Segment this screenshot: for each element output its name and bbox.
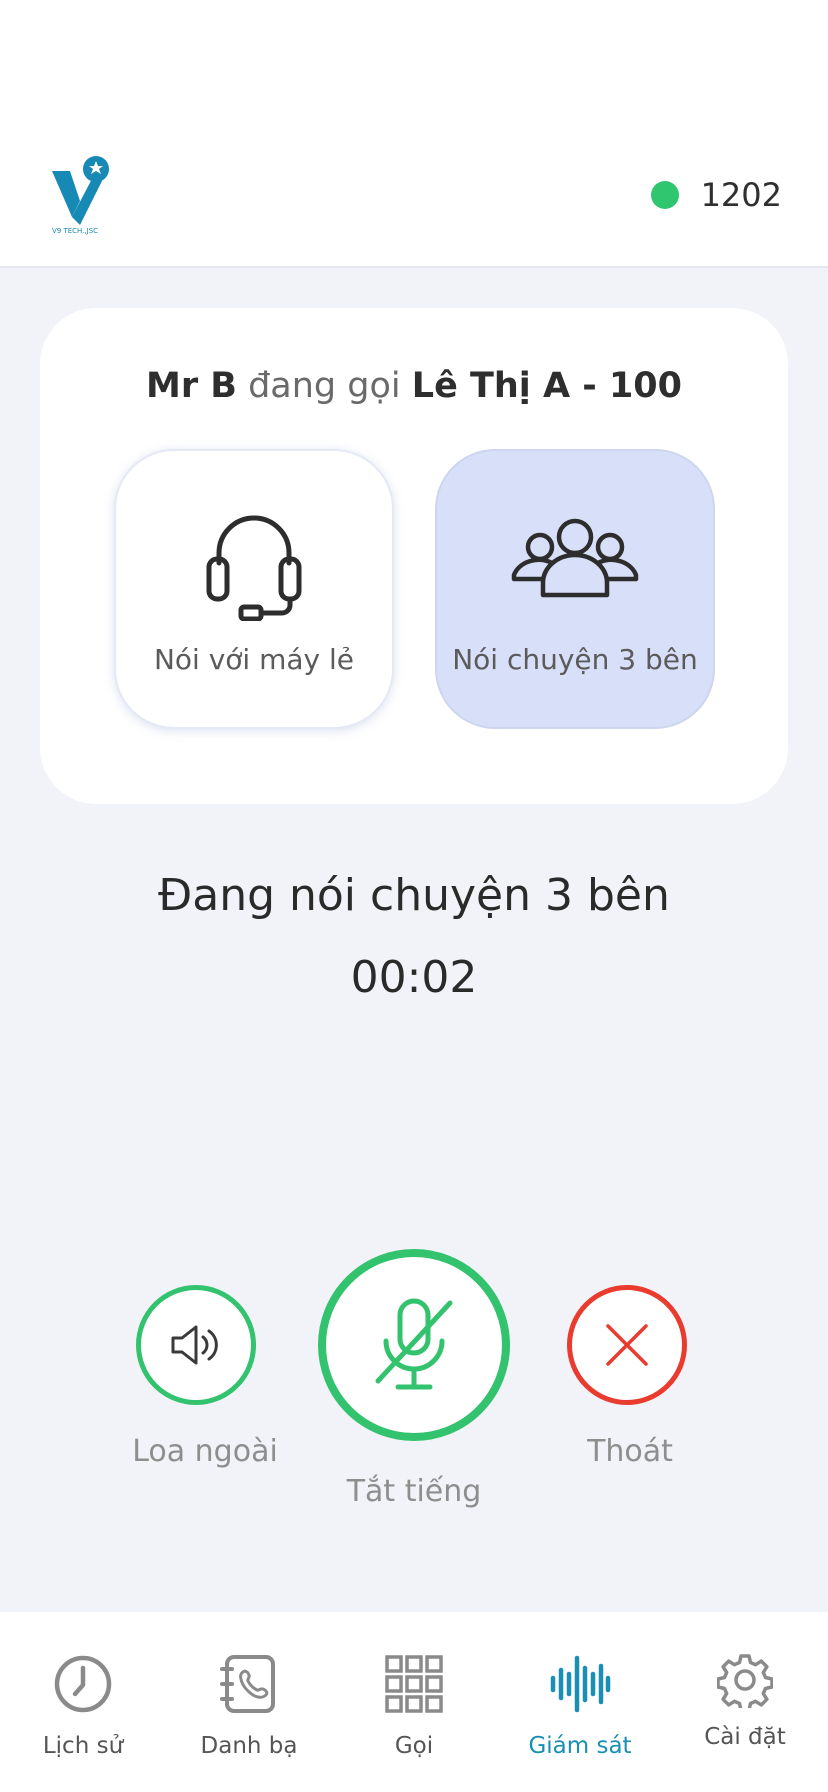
headset-icon [206, 515, 302, 621]
exit-button[interactable] [567, 1285, 687, 1405]
close-icon [606, 1324, 648, 1366]
mute-label: Tắt tiếng [346, 1474, 482, 1509]
caller-name: Mr B [145, 366, 237, 406]
clock-icon [54, 1655, 112, 1713]
call-timer: 00:02 [350, 952, 478, 1003]
group-icon [511, 518, 639, 598]
tab-history[interactable]: Lịch sử [0, 1612, 166, 1792]
dialpad-icon [385, 1655, 443, 1713]
mic-off-icon [375, 1298, 453, 1390]
exit-label: Thoát [587, 1434, 673, 1469]
mute-button[interactable] [318, 1249, 510, 1441]
call-state-text: Đang nói chuyện 3 bên [158, 870, 670, 921]
callee-name: Lê Thị A - 100 [411, 366, 683, 406]
call-card: Mr B đang gọi Lê Thị A - 100 Nói với máy… [40, 308, 788, 804]
contacts-book-icon [220, 1655, 275, 1713]
extension-status: 1202 [650, 176, 782, 214]
online-status-dot [650, 181, 679, 209]
tab-settings-label: Cài đặt [704, 1724, 786, 1750]
speaker-button[interactable] [136, 1285, 256, 1405]
svg-text:V9 TECH.,JSC: V9 TECH.,JSC [52, 227, 98, 235]
talk-to-extension-label: Nói với máy lẻ [153, 643, 355, 676]
brand-logo: V9 TECH.,JSC [50, 155, 118, 235]
tab-dialpad[interactable]: Gọi [331, 1612, 497, 1792]
tab-monitoring[interactable]: Giám sát [497, 1612, 663, 1792]
tab-contacts[interactable]: Danh bạ [166, 1612, 332, 1792]
three-way-talk-label: Nói chuyện 3 bên [452, 643, 698, 676]
call-description: Mr B đang gọi Lê Thị A - 100 [40, 366, 788, 406]
tab-settings[interactable]: Cài đặt [662, 1612, 828, 1792]
tab-history-label: Lịch sử [42, 1733, 124, 1759]
speaker-icon [171, 1325, 218, 1365]
tab-monitoring-label: Giám sát [528, 1733, 632, 1759]
three-way-talk-option[interactable]: Nói chuyện 3 bên [435, 449, 715, 729]
extension-number: 1202 [700, 176, 782, 214]
tab-dialpad-label: Gọi [394, 1733, 434, 1759]
waveform-icon [550, 1655, 611, 1713]
gear-icon [717, 1654, 773, 1708]
call-action-text: đang gọi [248, 366, 401, 406]
speaker-label: Loa ngoài [132, 1434, 278, 1469]
app-header: V9 TECH.,JSC 1202 [0, 0, 828, 268]
bottom-tab-bar: Lịch sử Danh bạ Gọi Giám sát Cài đặt [0, 1612, 828, 1792]
talk-to-extension-option[interactable]: Nói với máy lẻ [114, 449, 394, 729]
tab-contacts-label: Danh bạ [200, 1733, 298, 1759]
